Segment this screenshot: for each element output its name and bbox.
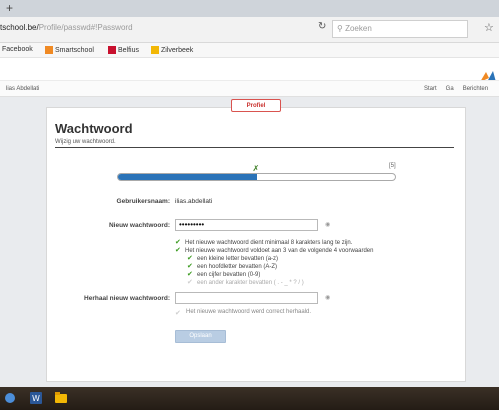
zilverbeek-icon [151,46,159,54]
bookmark-smartschool[interactable]: Smartschool [45,46,94,54]
password-rules: ✔ Het nieuwe wachtwoord dient minimaal 8 … [175,239,373,287]
show-repeat-password-icon[interactable]: ◉ [325,294,330,301]
password-rule-text: een kleine letter bevatten (a-z) [197,256,279,262]
bookmark-label: Facebook [2,46,33,53]
check-icon: ✔ [187,279,193,286]
windows-start-icon[interactable] [4,392,16,404]
password-rule-text: Het nieuwe wachtwoord voldoet aan 3 van … [185,248,374,254]
username-label: Gebruikersnaam: [116,198,170,205]
site-navbar: lias Abdellati Start Ga Berichten [0,80,499,97]
password-rule-text: Het nieuwe wachtwoord dient minimaal 8 k… [185,240,353,246]
repeat-message-text: Het nieuwe wachtwoord werd correct herha… [186,309,312,315]
repeat-password-label: Herhaal nieuw wachtwoord: [84,295,170,302]
bookmark-label: Belfius [118,46,140,54]
new-password-label: Nieuw wachtwoord: [108,222,170,229]
file-explorer-icon[interactable] [55,392,67,404]
bookmarks-bar: Facebook Smartschool Belfius Zilverbeek [0,43,499,58]
profile-tab[interactable]: Profiel [231,99,281,112]
show-password-icon[interactable]: ◉ [325,221,330,228]
check-icon: ✔ [175,310,181,317]
repeat-password-input[interactable] [175,292,318,304]
password-rule-item: ✔ een kleine letter bevatten (a-z) [175,255,373,263]
password-rule-text: een ander karakter bevatten ( . - _ * ? … [197,280,304,286]
bookmark-star-icon[interactable]: ☆ [484,21,494,34]
search-placeholder: Zoeken [345,24,372,33]
bookmark-label: Zilverbeek [161,46,194,54]
check-icon: ✔ [175,247,181,254]
url-host: tschool.be/ [0,23,39,32]
user-name[interactable]: lias Abdellati [6,86,39,92]
nav-start[interactable]: Start [424,86,437,92]
new-password-input[interactable]: ••••••••• [175,219,318,231]
nav-berichten[interactable]: Berichten [463,86,488,92]
strength-marker-icon: ✗ [252,164,260,173]
svg-text:W: W [32,394,40,403]
reload-icon[interactable]: ↻ [318,21,326,32]
check-icon: ✔ [175,239,181,246]
search-input[interactable]: ⚲ Zoeken [332,20,468,38]
bookmark-belfius[interactable]: Belfius [108,46,139,54]
password-rule-text: een cijfer bevatten (0-9) [197,272,261,278]
check-icon: ✔ [187,271,193,278]
page-title: Wachtwoord [55,121,133,136]
password-rule-item: ✔ een hoofdletter bevatten (A-Z) [175,263,373,271]
url-field[interactable]: tschool.be/Profile/passwd#!Password [0,23,133,32]
password-rule-item: ✔ een cijfer bevatten (0-9) [175,271,373,279]
bookmark-facebook[interactable]: Facebook [2,46,33,53]
repeat-password-message: ✔ Het nieuwe wachtwoord werd correct her… [175,309,311,317]
strength-end-marker: [5] [389,163,396,169]
password-strength-fill [118,174,257,180]
new-tab-button[interactable]: + [6,0,13,16]
smartschool-icon [45,46,53,54]
save-button[interactable]: Opslaan [175,330,226,343]
password-rule-item: ✔ een ander karakter bevatten ( . - _ * ?… [175,279,373,287]
belfius-icon [108,46,116,54]
nav-links: Start Ga Berichten [424,86,488,92]
check-icon: ✔ [187,263,193,270]
title-divider [55,147,454,148]
password-rule-text: een hoofdletter bevatten (A-Z) [197,264,278,270]
password-rule-item: ✔ Het nieuwe wachtwoord dient minimaal 8 … [175,239,373,247]
page-subtitle: Wijzig uw wachtwoord. [55,139,116,145]
url-path: Profile/passwd#!Password [38,23,133,32]
bookmark-label: Smartschool [55,46,94,54]
os-taskbar: W [0,387,499,410]
password-rule-item: ✔ Het nieuwe wachtwoord voldoet aan 3 van… [175,247,373,255]
search-icon: ⚲ [337,24,343,33]
address-bar: tschool.be/Profile/passwd#!Password ↻ ⚲ … [0,17,499,43]
nav-ga[interactable]: Ga [446,86,454,92]
check-icon: ✔ [187,255,193,262]
bookmark-zilverbeek[interactable]: Zilverbeek [151,46,193,54]
password-strength-bar [117,173,396,181]
tab-strip: + [0,0,499,17]
word-icon[interactable]: W [30,392,42,404]
username-value: ilias.abdellati [175,198,213,205]
